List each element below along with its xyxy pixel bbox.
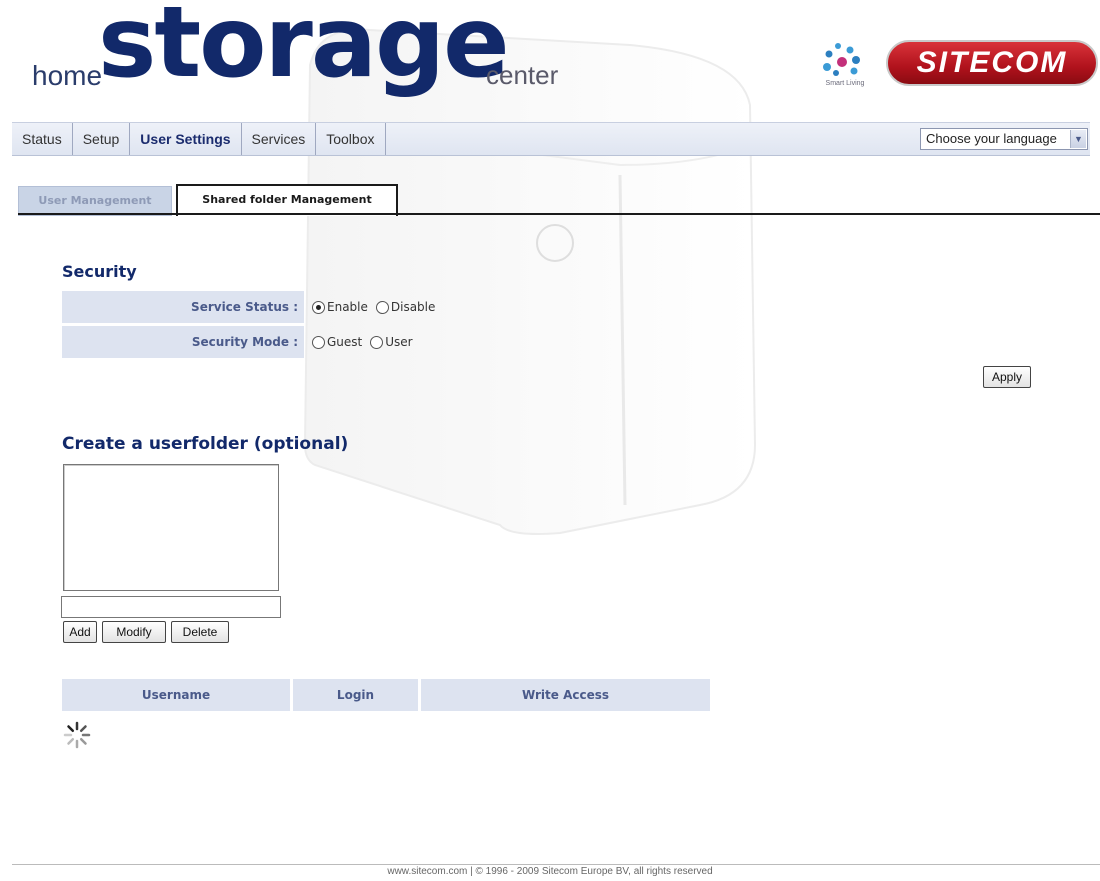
service-status-label: Service Status :	[62, 291, 304, 323]
logo-center-text: center	[486, 60, 559, 90]
delete-folder-button[interactable]: Delete	[171, 621, 229, 643]
radio-unchecked-icon[interactable]	[375, 300, 389, 314]
header: home storage center Smart Living SITECOM	[12, 0, 1100, 122]
service-status-enable-radio[interactable]: Enable	[312, 300, 368, 314]
radio-unchecked-icon[interactable]	[370, 335, 384, 349]
user-access-table-header: Username Login Write Access	[62, 679, 710, 711]
smart-living-tagline: Smart Living	[825, 80, 865, 87]
footer-divider	[12, 864, 1100, 865]
smart-living-logo: Smart Living	[810, 40, 880, 92]
loading-spinner-icon	[63, 721, 91, 749]
service-status-disable-label: Disable	[390, 300, 436, 314]
column-header-write-access: Write Access	[418, 679, 710, 711]
security-title: Security	[62, 262, 137, 281]
security-mode-guest-radio[interactable]: Guest	[312, 335, 362, 349]
tab-shared-folder-management[interactable]: Shared folder Management	[176, 184, 398, 216]
radio-unchecked-icon[interactable]	[312, 335, 325, 349]
main-nav: Status Setup User Settings Services Tool…	[12, 122, 1090, 156]
service-status-enable-label: Enable	[327, 300, 368, 314]
modify-folder-button[interactable]: Modify	[102, 621, 166, 643]
security-mode-user-radio[interactable]: User	[370, 335, 413, 349]
language-select[interactable]: Choose your language ▼	[920, 128, 1088, 150]
sitecom-logo: SITECOM	[886, 40, 1098, 86]
add-folder-button[interactable]: Add	[63, 621, 97, 643]
nav-item-services[interactable]: Services	[242, 123, 317, 155]
apply-button[interactable]: Apply	[983, 366, 1031, 388]
logo-home-text: home	[32, 60, 103, 91]
security-mode-guest-label: Guest	[327, 335, 363, 349]
column-header-username: Username	[62, 679, 290, 711]
nav-item-user-settings[interactable]: User Settings	[130, 123, 242, 155]
logo-storage-text: storage	[98, 0, 510, 100]
tab-divider	[18, 213, 1100, 215]
language-select-value: Choose your language	[926, 131, 1057, 146]
nav-item-setup[interactable]: Setup	[73, 123, 131, 155]
userfolder-title: Create a userfolder (optional)	[62, 434, 349, 454]
security-mode-row: Security Mode : Guest User	[62, 326, 472, 358]
service-status-disable-radio[interactable]: Disable	[375, 300, 436, 314]
userfolder-name-input[interactable]	[61, 596, 281, 618]
radio-checked-icon[interactable]	[312, 300, 325, 314]
nav-item-toolbox[interactable]: Toolbox	[316, 123, 386, 155]
security-mode-user-label: User	[385, 335, 413, 349]
column-header-login: Login	[290, 679, 418, 711]
footer-copyright: www.sitecom.com | © 1996 - 2009 Sitecom …	[387, 866, 713, 877]
tab-user-management[interactable]: User Management	[18, 186, 172, 216]
nav-item-status[interactable]: Status	[12, 123, 73, 155]
userfolder-listbox[interactable]	[63, 464, 279, 591]
smart-living-dots-icon	[823, 43, 860, 76]
security-mode-label: Security Mode :	[62, 326, 304, 358]
service-status-row: Service Status : Enable Disable	[62, 291, 472, 323]
chevron-down-icon[interactable]: ▼	[1070, 130, 1086, 148]
